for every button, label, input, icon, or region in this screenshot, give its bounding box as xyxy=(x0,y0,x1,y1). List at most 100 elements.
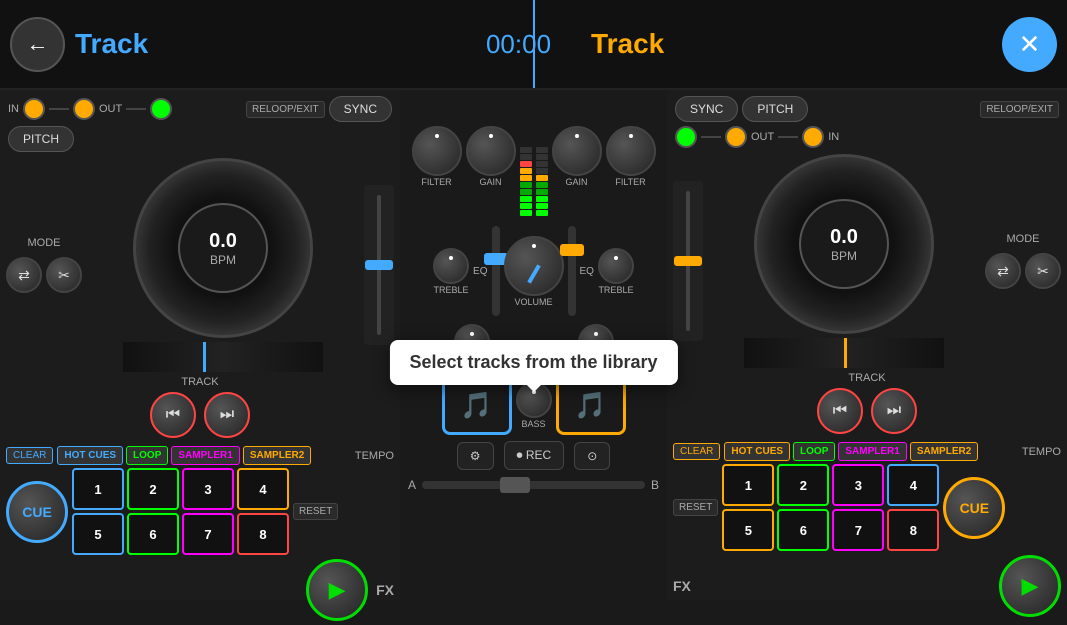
right-bpm-label: BPM xyxy=(831,249,857,263)
right-track-controls: ⏮ ⏭ xyxy=(667,384,1067,438)
right-pad-8[interactable]: 8 xyxy=(887,509,939,551)
left-turntable[interactable]: 0.0 BPM xyxy=(133,158,313,338)
right-green-dot xyxy=(675,126,697,148)
left-deck: IN OUT RELOOP/EXIT SYNC PITCH xyxy=(0,90,400,600)
left-mode-label: MODE xyxy=(28,237,61,249)
left-play-button[interactable]: ▶ xyxy=(306,559,368,621)
left-io-line2 xyxy=(126,108,146,110)
right-clear-button[interactable]: CLEAR xyxy=(673,443,720,460)
right-cue-button[interactable]: CUE xyxy=(943,477,1005,539)
rec-button[interactable]: ⏺ REC xyxy=(504,441,565,470)
right-sampler2-tab[interactable]: SAMPLER2 xyxy=(910,442,978,461)
left-out-label: OUT xyxy=(99,103,122,115)
left-gain-knob[interactable] xyxy=(466,126,516,176)
right-reloop-button[interactable]: RELOOP/EXIT xyxy=(980,101,1059,118)
mixer-button[interactable]: ⚙ xyxy=(457,442,494,470)
left-pad-3[interactable]: 3 xyxy=(182,468,234,510)
left-filter-knob[interactable] xyxy=(412,126,462,176)
left-pitch-track xyxy=(377,195,381,335)
left-clear-button[interactable]: CLEAR xyxy=(6,447,53,464)
right-in-dot xyxy=(802,126,824,148)
right-io-line xyxy=(701,136,721,138)
bottom-center-controls: ⚙ ⏺ REC ⊙ xyxy=(453,437,615,474)
target-button[interactable]: ⊙ xyxy=(574,442,610,470)
right-pad-5[interactable]: 5 xyxy=(722,509,774,551)
right-bpm-value: 0.0 xyxy=(830,226,858,249)
right-mode-btn1[interactable]: ⇄ xyxy=(985,253,1021,289)
right-pad-7[interactable]: 7 xyxy=(832,509,884,551)
right-out-label: OUT xyxy=(751,131,774,143)
right-pitch-button[interactable]: PITCH xyxy=(742,96,808,122)
crossfader-track[interactable] xyxy=(422,481,645,489)
right-out-dot xyxy=(725,126,747,148)
left-next-button[interactable]: ⏭ xyxy=(204,392,250,438)
left-tempo-label: TEMPO xyxy=(355,450,394,462)
left-pad-5[interactable]: 5 xyxy=(72,513,124,555)
left-pitch-slider[interactable] xyxy=(364,185,394,345)
right-mode-section: MODE ⇄ ✂ xyxy=(985,233,1061,289)
left-fx-label[interactable]: FX xyxy=(376,582,394,598)
right-pitch-slider[interactable] xyxy=(673,181,703,341)
left-loop-tab[interactable]: LOOP xyxy=(126,446,168,465)
right-pitch-track xyxy=(686,191,690,331)
left-bpm-value: 0.0 xyxy=(209,230,237,253)
left-sampler2-tab[interactable]: SAMPLER2 xyxy=(243,446,311,465)
right-vu-meter xyxy=(536,96,548,216)
left-pad-7[interactable]: 7 xyxy=(182,513,234,555)
left-waveform xyxy=(123,342,323,372)
right-pad-4[interactable]: 4 xyxy=(887,464,939,506)
right-hotcues-tab[interactable]: HOT CUES xyxy=(724,442,790,461)
close-button[interactable]: ✕ xyxy=(1002,17,1057,72)
left-pitch-button[interactable]: PITCH xyxy=(8,126,74,152)
right-in-label: IN xyxy=(828,131,839,143)
left-pad-1[interactable]: 1 xyxy=(72,468,124,510)
right-sampler1-tab[interactable]: SAMPLER1 xyxy=(838,442,906,461)
right-pad-6[interactable]: 6 xyxy=(777,509,829,551)
right-treble-label: TREBLE xyxy=(598,285,633,295)
right-deck: SYNC PITCH RELOOP/EXIT OUT IN xyxy=(667,90,1067,600)
right-sync-button[interactable]: SYNC xyxy=(675,96,738,122)
left-sampler1-tab[interactable]: SAMPLER1 xyxy=(171,446,239,465)
left-reset-button[interactable]: RESET xyxy=(293,503,338,520)
right-pad-3[interactable]: 3 xyxy=(832,464,884,506)
left-pad-6[interactable]: 6 xyxy=(127,513,179,555)
left-pads-top: 1 2 3 4 xyxy=(72,468,289,510)
right-gain-knob[interactable] xyxy=(552,126,602,176)
left-volume-fader[interactable] xyxy=(492,226,500,316)
right-filter-knob[interactable] xyxy=(606,126,656,176)
right-reset-button[interactable]: RESET xyxy=(673,499,718,516)
left-pad-4[interactable]: 4 xyxy=(237,468,289,510)
left-pad-tabs: HOT CUES LOOP SAMPLER1 SAMPLER2 xyxy=(57,446,311,465)
right-loop-tab[interactable]: LOOP xyxy=(793,442,835,461)
left-reloop-button[interactable]: RELOOP/EXIT xyxy=(246,101,325,118)
left-pads-bottom: 5 6 7 8 xyxy=(72,513,289,555)
crossfader-a-label: A xyxy=(408,478,416,492)
right-pad-2[interactable]: 2 xyxy=(777,464,829,506)
left-cue-button[interactable]: CUE xyxy=(6,481,68,543)
back-button[interactable]: ← xyxy=(10,17,65,72)
right-treble-knob[interactable] xyxy=(598,248,634,284)
left-sync-button[interactable]: SYNC xyxy=(329,96,392,122)
left-mode-btn2[interactable]: ✂ xyxy=(46,257,82,293)
right-next-button[interactable]: ⏭ xyxy=(871,388,917,434)
right-mode-label: MODE xyxy=(1007,233,1040,245)
deck-area: IN OUT RELOOP/EXIT SYNC PITCH xyxy=(0,90,1067,600)
volume-knob[interactable] xyxy=(504,236,564,296)
right-turntable[interactable]: 0.0 BPM xyxy=(754,154,934,334)
right-mode-btn2[interactable]: ✂ xyxy=(1025,253,1061,289)
bass-label: BASS xyxy=(521,419,545,429)
left-treble-knob[interactable] xyxy=(433,248,469,284)
right-play-button[interactable]: ▶ xyxy=(999,555,1061,617)
right-fx-label[interactable]: FX xyxy=(673,578,691,594)
center-line xyxy=(533,0,535,88)
left-pad-2[interactable]: 2 xyxy=(127,468,179,510)
right-pad-1[interactable]: 1 xyxy=(722,464,774,506)
right-volume-fader[interactable] xyxy=(568,226,576,316)
crossfader-thumb xyxy=(500,477,530,493)
right-prev-button[interactable]: ⏮ xyxy=(817,388,863,434)
left-mode-btn1[interactable]: ⇄ xyxy=(6,257,42,293)
left-hotcues-tab[interactable]: HOT CUES xyxy=(57,446,123,465)
left-prev-button[interactable]: ⏮ xyxy=(150,392,196,438)
right-eq-label: EQ xyxy=(580,266,594,277)
left-pad-8[interactable]: 8 xyxy=(237,513,289,555)
